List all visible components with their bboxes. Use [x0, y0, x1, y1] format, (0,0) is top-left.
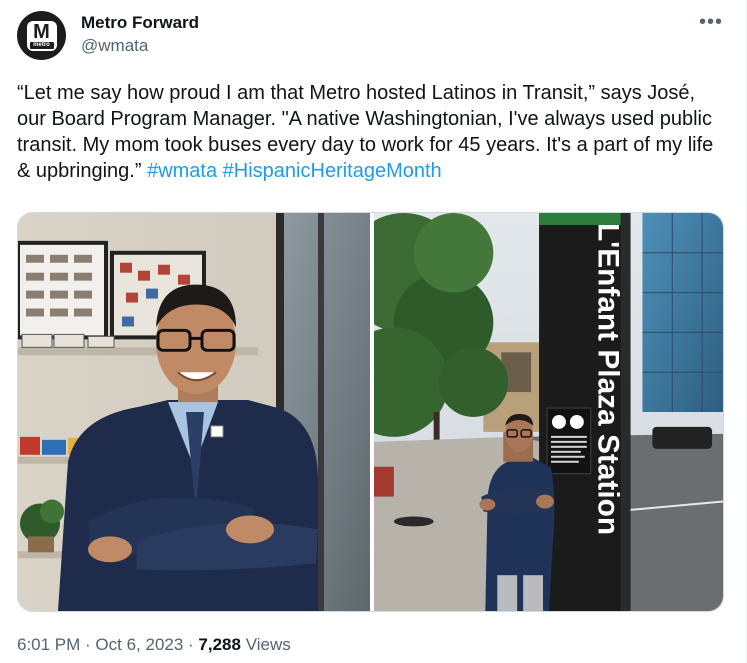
media-grid: L'Enfant Plaza Station	[17, 212, 724, 612]
separator-dot: ·	[183, 635, 199, 654]
photo-station-sign[interactable]: L'Enfant Plaza Station	[374, 213, 723, 611]
station-sign-text: L'Enfant Plaza Station	[592, 223, 625, 535]
avatar[interactable]: M metro	[17, 11, 66, 60]
post-time[interactable]: 6:01 PM	[17, 635, 80, 654]
separator-dot: ·	[80, 635, 96, 654]
display-name[interactable]: Metro Forward	[81, 13, 199, 33]
hashtag-hispanic-heritage-month[interactable]: #HispanicHeritageMonth	[223, 160, 442, 182]
station-sign-image: L'Enfant Plaza Station	[374, 213, 723, 611]
more-options-icon[interactable]: •••	[699, 12, 723, 32]
views-label: Views	[240, 635, 291, 654]
photo-office-portrait[interactable]	[18, 213, 370, 611]
tweet-text: “Let me say how proud I am that Metro ho…	[17, 80, 722, 184]
tweet-metadata: 6:01 PM · Oct 6, 2023 · 7,288 Views	[17, 634, 291, 656]
office-portrait-image	[18, 213, 370, 611]
metro-logo-icon: M metro	[26, 20, 57, 51]
user-handle[interactable]: @wmata	[81, 36, 148, 56]
post-date[interactable]: Oct 6, 2023	[95, 635, 183, 654]
views-count: 7,288	[198, 635, 241, 654]
hashtag-wmata[interactable]: #wmata	[147, 160, 217, 182]
